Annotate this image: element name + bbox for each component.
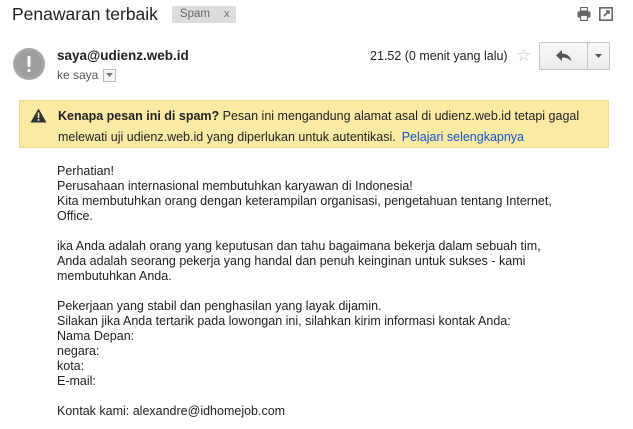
- body-line: Anda adalah seorang pekerja yang handal …: [57, 254, 526, 268]
- reply-icon: [555, 50, 571, 62]
- body-line: Silakan jika Anda tertarik pada lowongan…: [57, 314, 511, 328]
- spam-warning-text: Kenapa pesan ini di spam? Pesan ini meng…: [58, 106, 603, 148]
- print-icon[interactable]: [577, 7, 591, 21]
- chevron-down-icon: [106, 72, 114, 77]
- body-line: negara:: [57, 344, 100, 358]
- remove-label-button[interactable]: x: [224, 8, 230, 20]
- spam-warning-banner: Kenapa pesan ini di spam? Pesan ini meng…: [19, 100, 609, 148]
- reply-button-group: [539, 42, 610, 70]
- spam-label-text: Spam: [179, 8, 210, 20]
- sender-avatar[interactable]: [13, 48, 45, 80]
- recipient-line: ke saya: [57, 68, 117, 82]
- email-body: Perhatian! Perusahaan internasional memb…: [57, 164, 597, 419]
- learn-more-link[interactable]: Pelajari selengkapnya: [402, 130, 524, 144]
- spam-warning-line1: Pesan ini mengandung alamat asal di udie…: [222, 109, 580, 123]
- email-timestamp: 21.52 (0 menit yang lalu): [370, 49, 508, 63]
- show-details-button[interactable]: [103, 68, 117, 82]
- top-icons: [577, 7, 613, 21]
- body-line: Perusahaan internasional membutuhkan kar…: [57, 179, 413, 193]
- spam-warning-line2: melewati uji udienz.web.id yang diperluk…: [58, 130, 396, 144]
- email-view: Penawaran terbaik Spam x saya@udienz.web…: [0, 0, 633, 429]
- sender-address[interactable]: saya@udienz.web.id: [57, 48, 189, 63]
- body-line: Kita membutuhkan orang dengan keterampil…: [57, 194, 552, 208]
- subject-row: Penawaran terbaik Spam x: [12, 2, 237, 26]
- body-line: Kontak kami: alexandre@idhomejob.com: [57, 404, 286, 418]
- body-line: membutuhkan Anda.: [57, 269, 172, 283]
- open-new-window-icon[interactable]: [599, 7, 613, 21]
- body-line: Perhatian!: [57, 164, 114, 178]
- reply-button[interactable]: [539, 42, 587, 70]
- warning-triangle-icon: [30, 108, 47, 123]
- body-line: kota:: [57, 359, 85, 373]
- body-line: Nama Depan:: [57, 329, 135, 343]
- spam-label-chip[interactable]: Spam x: [171, 5, 237, 23]
- body-line: ika Anda adalah orang yang keputusan dan…: [57, 239, 541, 253]
- more-actions-button[interactable]: [587, 42, 610, 70]
- body-line: E-mail:: [57, 374, 96, 388]
- body-line: Pekerjaan yang stabil dan penghasilan ya…: [57, 299, 382, 313]
- star-icon[interactable]: ☆: [516, 46, 531, 66]
- recipient-text: ke saya: [57, 68, 99, 82]
- warning-octagon-icon: [16, 51, 42, 77]
- spam-warning-question: Kenapa pesan ini di spam?: [58, 109, 220, 123]
- chevron-down-icon: [595, 53, 602, 58]
- body-line: Office.: [57, 209, 93, 223]
- email-subject: Penawaran terbaik: [12, 3, 158, 24]
